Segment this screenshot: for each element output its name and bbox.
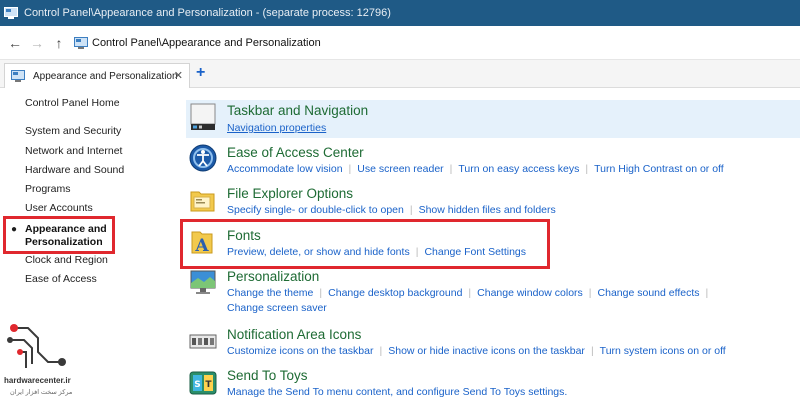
link-show-hidden-files[interactable]: Show hidden files and folders [419,204,556,216]
category-title[interactable]: Fonts [227,228,261,243]
category-title[interactable]: File Explorer Options [227,186,353,201]
window-titlebar: Control Panel\Appearance and Personaliza… [0,0,800,26]
link-row: Customize icons on the taskbar | Show or … [227,345,726,357]
link-navigation-properties[interactable]: Navigation properties [227,122,326,134]
sidebar-item-network-internet[interactable]: Network and Internet [25,145,122,157]
link-row: Change screen saver [227,302,327,314]
link-single-double-click[interactable]: Specify single- or double-click to open [227,204,404,216]
link-change-window-colors[interactable]: Change window colors [477,287,583,299]
link-turn-system-icons[interactable]: Turn system icons on or off [600,345,726,357]
sidebar-item-control-panel-home[interactable]: Control Panel Home [25,97,120,109]
sidebar-item-ease-of-access[interactable]: Ease of Access [25,273,97,285]
taskbar-icon [188,102,218,132]
separator: | [585,163,589,175]
fonts-callout-box [180,219,550,269]
link-row: Preview, delete, or show and hide fonts |… [227,246,526,258]
link-use-screen-reader[interactable]: Use screen reader [357,163,443,175]
link-turn-on-easy-access-keys[interactable]: Turn on easy access keys [458,163,579,175]
watermark-logo: hardwarecenter.ir مرکز سخت افزار ایران [4,318,84,400]
link-change-font-settings[interactable]: Change Font Settings [424,246,526,258]
link-preview-delete-fonts[interactable]: Preview, delete, or show and hide fonts [227,246,410,258]
up-arrow-icon[interactable]: ↑ [48,32,70,54]
link-change-sound-effects[interactable]: Change sound effects [598,287,700,299]
ease-of-access-icon [188,143,218,173]
link-change-desktop-background[interactable]: Change desktop background [328,287,462,299]
category-title[interactable]: Send To Toys [227,368,308,383]
link-show-hide-inactive-icons[interactable]: Show or hide inactive icons on the taskb… [388,345,585,357]
separator: | [449,163,453,175]
separator: | [415,246,419,258]
address-path: Control Panel\Appearance and Personaliza… [92,36,321,49]
forward-arrow-icon[interactable]: → [26,32,48,54]
separator: | [588,287,592,299]
link-row: Specify single- or double-click to open |… [227,204,556,216]
separator: | [409,204,413,216]
sidebar-item-user-accounts[interactable]: User Accounts [25,202,93,214]
link-row: Change the theme | Change desktop backgro… [227,287,714,299]
tab-bar: Appearance and Personalization ✕ + [0,60,800,88]
sidebar-item-label: Appearance and Personalization [25,223,107,248]
fonts-folder-icon: A [188,226,218,256]
svg-text:S: S [194,380,200,390]
control-panel-icon [74,36,88,49]
link-change-screen-saver[interactable]: Change screen saver [227,302,327,314]
close-icon[interactable]: ✕ [174,69,183,82]
control-panel-icon [4,7,18,19]
send-to-toys-icon: ST [188,368,218,398]
category-title[interactable]: Ease of Access Center [227,145,364,160]
separator: | [348,163,352,175]
window-title: Control Panel\Appearance and Personaliza… [24,7,391,19]
folder-options-icon [188,185,218,215]
category-title[interactable]: Taskbar and Navigation [227,103,368,118]
svg-text:T: T [205,380,212,390]
sidebar-item-hardware-sound[interactable]: Hardware and Sound [25,164,124,176]
tab-label: Appearance and Personalization [33,70,178,82]
sidebar-item-appearance-personalization[interactable]: ● Appearance and Personalization [3,216,115,254]
selected-bullet-icon: ● [11,224,18,235]
watermark-brand: hardwarecenter.ir [4,376,71,385]
back-arrow-icon[interactable]: ← [4,32,26,54]
tab-appearance[interactable]: Appearance and Personalization ✕ [4,63,190,88]
link-customize-taskbar-icons[interactable]: Customize icons on the taskbar [227,345,374,357]
separator: | [590,345,594,357]
category-title[interactable]: Personalization [227,269,319,284]
notification-area-icon [188,326,218,356]
personalization-icon [188,267,218,297]
watermark-tagline: مرکز سخت افزار ایران [10,389,73,396]
separator: | [379,345,383,357]
link-change-theme[interactable]: Change the theme [227,287,313,299]
main-content: Taskbar and Navigation Navigation proper… [180,88,800,400]
address-bar: ← → ↑ Control Panel\Appearance and Perso… [0,26,800,60]
svg-text:A: A [194,236,209,256]
sidebar-item-clock-region[interactable]: Clock and Region [25,254,108,266]
category-title[interactable]: Notification Area Icons [227,327,361,342]
link-row: Manage the Send To menu content, and con… [227,386,567,398]
link-turn-high-contrast[interactable]: Turn High Contrast on or off [594,163,724,175]
address-field[interactable]: Control Panel\Appearance and Personaliza… [74,32,800,54]
sidebar-item-system-security[interactable]: System and Security [25,125,121,137]
separator: | [705,287,709,299]
link-row: Navigation properties [227,122,326,134]
separator: | [468,287,472,299]
new-tab-plus-icon[interactable]: + [196,64,205,82]
separator: | [319,287,323,299]
link-manage-send-to[interactable]: Manage the Send To menu content, and con… [227,386,567,398]
circuit-logo-icon [7,324,66,368]
link-row: Accommodate low vision | Use screen reade… [227,163,724,175]
link-accommodate-low-vision[interactable]: Accommodate low vision [227,163,343,175]
control-panel-icon [11,70,25,82]
sidebar-item-programs[interactable]: Programs [25,183,71,195]
